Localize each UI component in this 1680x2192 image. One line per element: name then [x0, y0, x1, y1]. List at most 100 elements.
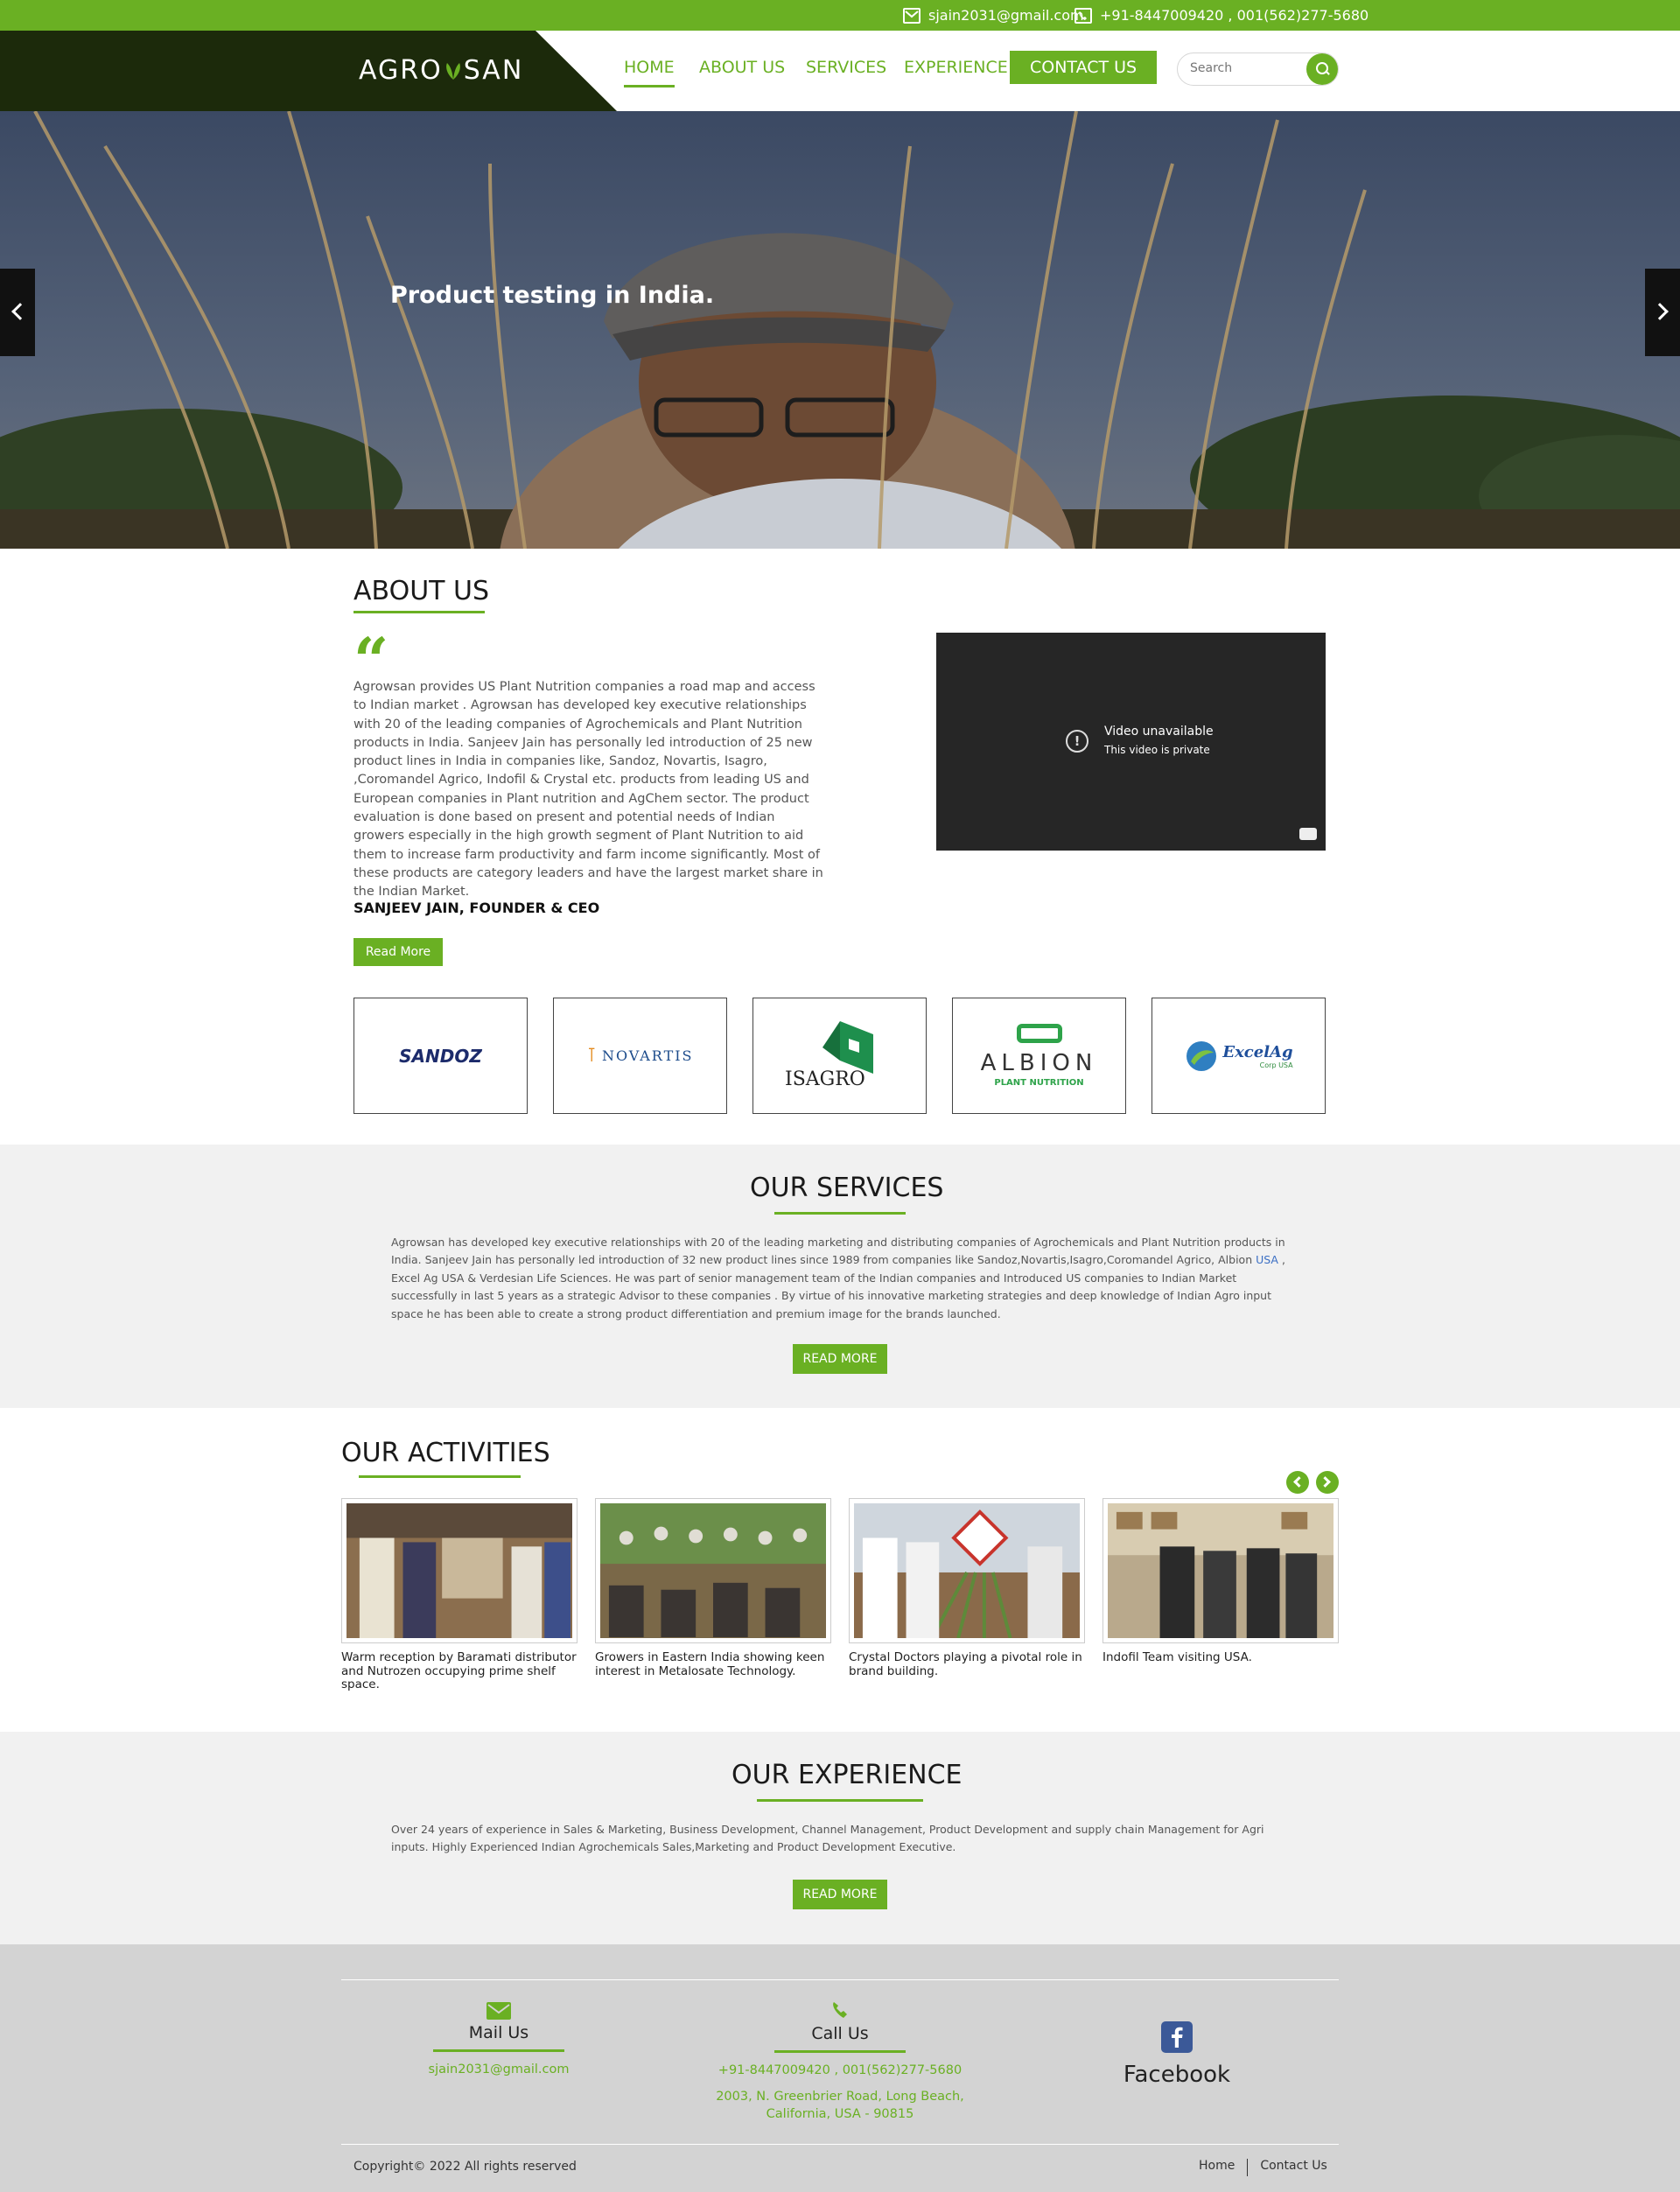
services-title-underline	[774, 1212, 906, 1215]
chevron-left-icon	[11, 303, 29, 320]
logo-text-left: AGRO	[359, 55, 443, 86]
activity-caption: Warm reception by Baramati distributor a…	[341, 1650, 577, 1691]
footer-mail-column: Mail Us sjain2031@gmail.com	[376, 2002, 621, 2078]
activities-title: OUR ACTIVITIES	[341, 1438, 550, 1468]
activity-photo	[346, 1503, 572, 1638]
services-usa-link[interactable]: USA	[1256, 1253, 1278, 1266]
activity-caption: Crystal Doctors playing a pivotal role i…	[849, 1650, 1082, 1678]
top-contact-bar: sjain2031@gmail.com +91-8447009420 , 001…	[0, 0, 1680, 31]
site-header: AGRO SAN HOME ABOUT US SERVICES EXPERIENC…	[0, 31, 1680, 111]
excelag-globe-icon	[1186, 1040, 1217, 1071]
about-text: Agrowsan provides US Plant Nutrition com…	[354, 680, 823, 900]
novartis-logo: NOVARTIS	[601, 1047, 694, 1064]
isagro-logo: ISAGRO	[785, 1068, 865, 1090]
phone-icon	[1074, 7, 1092, 24]
warning-icon: !	[1066, 730, 1088, 753]
copyright-text: Copyright© 2022 All rights reserved	[354, 2160, 577, 2174]
top-phone-text: +91-8447009420 , 001(562)277-5680	[1100, 7, 1369, 24]
founder-name: SANJEEV JAIN, FOUNDER & CEO	[354, 900, 600, 916]
partner-isagro[interactable]: ISAGRO	[752, 998, 927, 1114]
phone-icon	[833, 2002, 847, 2018]
top-phone[interactable]: +91-8447009420 , 001(562)277-5680	[1074, 0, 1368, 31]
footer-bottom-divider	[341, 2144, 1339, 2145]
video-subtitle: This video is private	[1104, 744, 1210, 756]
chevron-left-icon	[1293, 1476, 1305, 1488]
footer-link-home[interactable]: Home	[1199, 2159, 1235, 2176]
albion-logo-sub: PLANT NUTRITION	[994, 1078, 1084, 1088]
hero-next-arrow[interactable]	[1645, 269, 1680, 356]
about-title-underline	[354, 611, 485, 613]
experience-title-underline	[757, 1799, 923, 1802]
search-box	[1177, 53, 1339, 86]
partner-albion[interactable]: ALBION PLANT NUTRITION	[952, 998, 1126, 1114]
sandoz-logo: SANDOZ	[399, 1045, 482, 1067]
footer-mail-value[interactable]: sjain2031@gmail.com	[376, 2061, 621, 2078]
chevron-right-icon	[1320, 1476, 1331, 1488]
footer-facebook-label[interactable]: Facebook	[1076, 2062, 1278, 2088]
activity-photo	[600, 1503, 826, 1638]
services-title: OUR SERVICES	[750, 1173, 944, 1203]
nav-experience[interactable]: EXPERIENCE	[904, 58, 1008, 77]
footer-call-underline	[774, 2050, 906, 2053]
footer-call-column: Call Us +91-8447009420 , 001(562)277-568…	[682, 1999, 998, 2123]
footer-link-separator	[1247, 2159, 1249, 2176]
footer-call-value[interactable]: +91-8447009420 , 001(562)277-5680	[682, 2062, 998, 2079]
nav-services[interactable]: SERVICES	[806, 58, 886, 77]
partner-sandoz[interactable]: SANDOZ	[354, 998, 528, 1114]
albion-logo: ALBION	[980, 1050, 1098, 1076]
experience-text: Over 24 years of experience in Sales & M…	[391, 1823, 1264, 1854]
footer-mail-underline	[433, 2049, 564, 2052]
novartis-flame-icon: ⊺	[586, 1045, 597, 1067]
footer-call-title: Call Us	[811, 2024, 869, 2043]
activity-photo	[854, 1503, 1080, 1639]
activity-card[interactable]	[341, 1498, 578, 1643]
footer-top-divider	[341, 1979, 1339, 1980]
activity-card[interactable]	[849, 1498, 1085, 1643]
leaf-icon	[445, 63, 460, 80]
footer-links: Home Contact Us	[1199, 2159, 1327, 2176]
about-title: ABOUT US	[354, 576, 490, 606]
footer-address: 2003, N. Greenbrier Road, Long Beach, Ca…	[716, 2090, 964, 2121]
activities-next-button[interactable]	[1316, 1471, 1339, 1494]
envelope-icon	[486, 2002, 511, 2020]
activity-photo	[1108, 1503, 1334, 1638]
services-text: Agrowsan has developed key executive rel…	[391, 1234, 1292, 1323]
experience-title: OUR EXPERIENCE	[732, 1760, 962, 1790]
agrowsan-logo[interactable]: AGRO SAN	[359, 55, 523, 86]
excelag-logo: ExcelAg	[1222, 1042, 1293, 1061]
nav-home[interactable]: HOME	[624, 58, 675, 88]
video-player[interactable]: ! Video unavailable This video is privat…	[936, 633, 1326, 851]
logo-text-right: SAN	[463, 55, 524, 86]
partner-novartis[interactable]: ⊺ NOVARTIS	[553, 998, 727, 1114]
excelag-logo-sub: Corp USA	[1259, 1061, 1293, 1069]
search-input[interactable]	[1190, 61, 1295, 75]
chevron-right-icon	[1651, 303, 1669, 320]
services-text-part-1: Agrowsan has developed key executive rel…	[391, 1236, 1285, 1267]
activity-card[interactable]	[595, 1498, 831, 1643]
partner-excelag[interactable]: ExcelAg Corp USA	[1152, 998, 1326, 1114]
activities-prev-button[interactable]	[1286, 1471, 1309, 1494]
footer-mail-title: Mail Us	[468, 2023, 529, 2042]
hero-caption: Product testing in India.	[390, 282, 715, 309]
envelope-icon	[903, 7, 920, 24]
facebook-icon[interactable]	[1161, 2021, 1193, 2053]
about-read-more-button[interactable]: Read More	[354, 938, 443, 966]
activity-caption: Indofil Team visiting USA.	[1102, 1650, 1252, 1664]
youtube-icon[interactable]	[1299, 828, 1317, 840]
activity-caption: Growers in Eastern India showing keen in…	[595, 1650, 825, 1678]
logo-block	[0, 31, 617, 111]
footer-link-contact[interactable]: Contact Us	[1260, 2159, 1326, 2176]
search-icon[interactable]	[1306, 53, 1338, 85]
hero-prev-arrow[interactable]	[0, 269, 35, 356]
top-email[interactable]: sjain2031@gmail.com	[903, 0, 1084, 31]
experience-read-more-button[interactable]: READ MORE	[793, 1880, 887, 1909]
footer-facebook-column[interactable]: Facebook	[1076, 2021, 1278, 2088]
services-read-more-button[interactable]: READ MORE	[793, 1344, 887, 1374]
video-title: Video unavailable	[1104, 725, 1214, 739]
nav-about[interactable]: ABOUT US	[699, 58, 785, 77]
nav-contact-button[interactable]: CONTACT US	[1010, 51, 1158, 84]
albion-logo-mark	[1016, 1024, 1062, 1043]
activity-card[interactable]	[1102, 1498, 1339, 1643]
activities-title-underline	[359, 1475, 521, 1478]
hero-image	[0, 111, 1680, 549]
